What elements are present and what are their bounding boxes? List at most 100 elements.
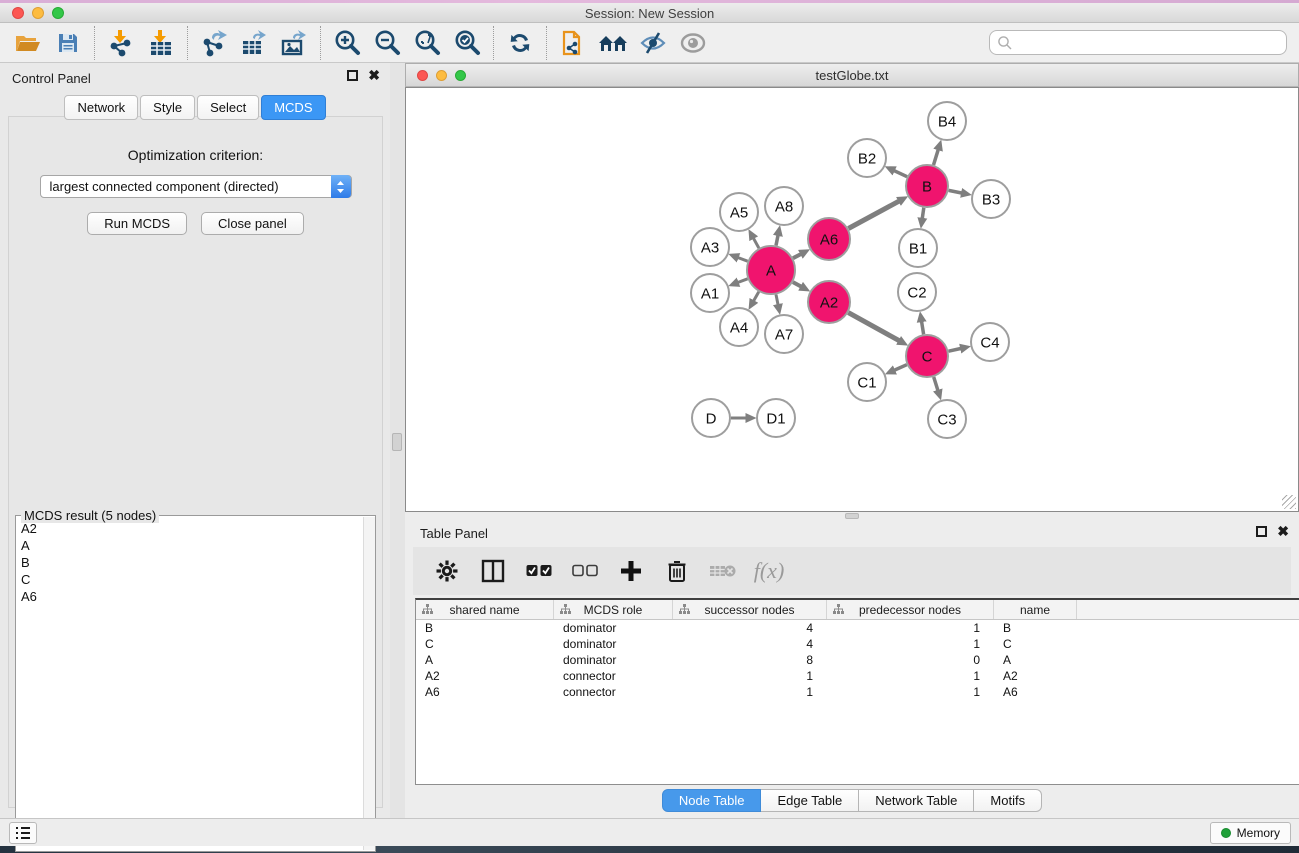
deselect-all-button[interactable] [569,555,601,587]
cell-name[interactable]: C [994,637,1077,651]
node-B2[interactable]: B2 [848,139,886,177]
node-table[interactable]: shared nameMCDS rolesuccessor nodesprede… [415,598,1299,785]
edge-A-A4[interactable] [754,292,759,301]
cell-successor-nodes[interactable]: 1 [673,669,827,683]
table-row[interactable]: A2connector11A2 [416,668,1299,684]
tab-network[interactable]: Network [64,95,138,120]
column-header-MCDS-role[interactable]: MCDS role [554,600,673,619]
window-resize-grip[interactable] [1282,495,1296,509]
tab-edge-table[interactable]: Edge Table [761,789,859,812]
node-B3[interactable]: B3 [972,180,1010,218]
show-panels-button[interactable] [9,822,37,844]
zoom-fit-button[interactable] [407,26,447,60]
cell-MCDS-role[interactable]: dominator [554,653,673,667]
table-row[interactable]: Bdominator41B [416,620,1299,636]
refresh-view-button[interactable] [500,26,540,60]
cell-name[interactable]: B [994,621,1077,635]
edge-B-B2[interactable] [894,171,907,177]
node-C3[interactable]: C3 [928,400,966,438]
close-panel-button[interactable]: Close panel [201,212,304,235]
table-settings-button[interactable] [431,555,463,587]
memory-button[interactable]: Memory [1210,822,1291,844]
edge-B-B1[interactable] [922,208,924,219]
tab-mcds[interactable]: MCDS [261,95,325,120]
edge-C-C4[interactable] [949,349,961,352]
table-row[interactable]: Adominator80A [416,652,1299,668]
run-mcds-button[interactable]: Run MCDS [87,212,187,235]
node-B[interactable]: B [906,165,948,207]
network-canvas[interactable]: B4B2BB3A8A5A6B1A3AA1C2A2A4A7C4CC1C3DD1 [405,87,1299,512]
column-header-successor-nodes[interactable]: successor nodes [673,600,827,619]
node-B4[interactable]: B4 [928,102,966,140]
table-row[interactable]: A6connector11A6 [416,684,1299,700]
mcds-list-scrollbar[interactable] [363,517,375,850]
node-C[interactable]: C [906,335,948,377]
tab-network-table[interactable]: Network Table [859,789,974,812]
node-C4[interactable]: C4 [971,323,1009,361]
main-titlebar[interactable]: Session: New Session [0,3,1299,23]
float-panel-icon[interactable] [347,70,358,81]
close-panel-icon[interactable]: ✖ [1277,526,1289,537]
tab-select[interactable]: Select [197,95,259,120]
table-row[interactable]: Cdominator41C [416,636,1299,652]
cell-shared-name[interactable]: B [416,621,554,635]
cell-shared-name[interactable]: A [416,653,554,667]
edge-A-A8[interactable] [776,235,778,245]
cell-shared-name[interactable]: C [416,637,554,651]
zoom-selected-button[interactable] [447,26,487,60]
mcds-result-item[interactable]: A6 [17,588,362,605]
mcds-result-item[interactable]: A [17,537,362,554]
node-A2[interactable]: A2 [808,281,850,323]
search-input[interactable] [989,30,1287,55]
edge-A-A2[interactable] [793,282,801,286]
edge-A-A7[interactable] [776,295,778,305]
edge-A6-B[interactable] [848,201,899,228]
import-table-button[interactable] [141,26,181,60]
cell-successor-nodes[interactable]: 4 [673,621,827,635]
node-C2[interactable]: C2 [898,273,936,311]
tab-style[interactable]: Style [140,95,195,120]
column-header-predecessor-nodes[interactable]: predecessor nodes [827,600,994,619]
cell-successor-nodes[interactable]: 8 [673,653,827,667]
table-split-divider[interactable] [405,512,1299,519]
cell-successor-nodes[interactable]: 1 [673,685,827,699]
node-B1[interactable]: B1 [899,229,937,267]
edge-C-C2[interactable] [922,322,924,335]
cell-MCDS-role[interactable]: dominator [554,621,673,635]
new-network-from-selection-button[interactable] [553,26,593,60]
cell-predecessor-nodes[interactable]: 1 [827,621,994,635]
criterion-dropdown[interactable]: largest connected component (directed) [40,175,352,198]
divider-grip[interactable] [392,433,402,451]
node-D[interactable]: D [692,399,730,437]
select-all-button[interactable] [523,555,555,587]
save-session-button[interactable] [48,26,88,60]
export-image-button[interactable] [274,26,314,60]
cell-MCDS-role[interactable]: connector [554,685,673,699]
tab-node-table[interactable]: Node Table [662,789,762,812]
node-A1[interactable]: A1 [691,274,729,312]
cytoscape-home-button[interactable] [593,26,633,60]
network-graph[interactable]: B4B2BB3A8A5A6B1A3AA1C2A2A4A7C4CC1C3DD1 [406,88,1298,511]
node-A4[interactable]: A4 [720,308,758,346]
toggle-columns-button[interactable] [477,555,509,587]
mcds-result-item[interactable]: A2 [17,520,362,537]
cell-name[interactable]: A6 [994,685,1077,699]
show-graphics-details-button[interactable] [673,26,713,60]
edge-B-B3[interactable] [949,190,962,193]
export-network-button[interactable] [194,26,234,60]
edge-C-C1[interactable] [895,365,907,370]
zoom-in-button[interactable] [327,26,367,60]
tab-motifs[interactable]: Motifs [974,789,1042,812]
cell-shared-name[interactable]: A6 [416,685,554,699]
edge-A-A5[interactable] [754,238,759,248]
import-network-button[interactable] [101,26,141,60]
edge-A-A1[interactable] [738,279,748,283]
edge-A2-C[interactable] [848,313,899,341]
zoom-out-button[interactable] [367,26,407,60]
cell-predecessor-nodes[interactable]: 1 [827,637,994,651]
cell-MCDS-role[interactable]: connector [554,669,673,683]
column-header-shared-name[interactable]: shared name [416,600,554,619]
cell-name[interactable]: A2 [994,669,1077,683]
node-A7[interactable]: A7 [765,315,803,353]
node-A[interactable]: A [747,246,795,294]
